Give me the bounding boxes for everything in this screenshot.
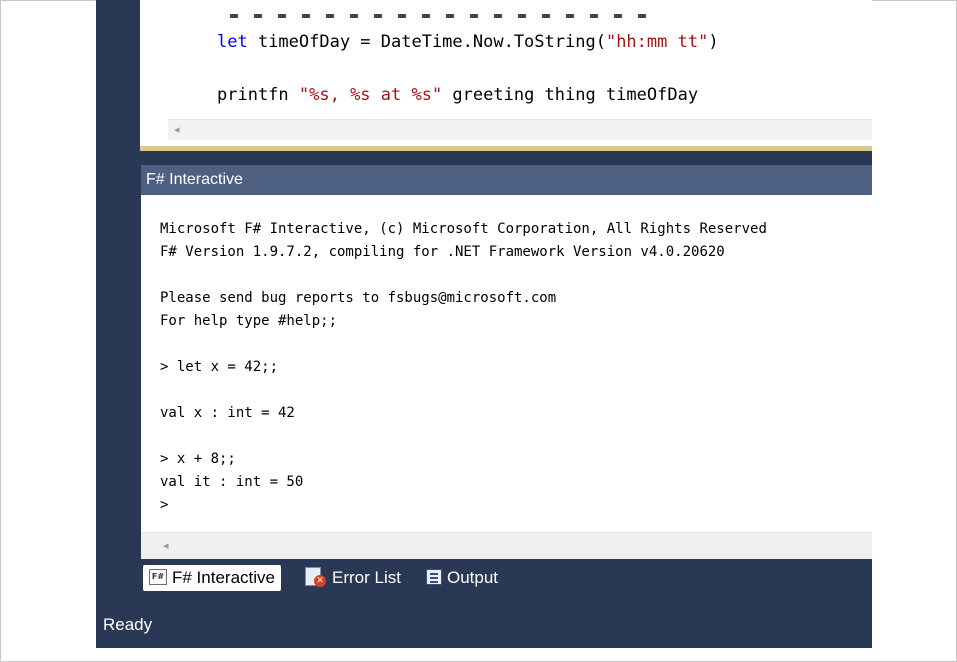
- tab-output[interactable]: Output: [426, 565, 498, 591]
- keyword-token: let: [217, 32, 248, 52]
- scroll-left-arrow-icon[interactable]: ◂: [163, 539, 169, 552]
- string-token: "hh:mm tt": [605, 32, 709, 52]
- output-icon: [426, 568, 442, 585]
- code-text: greeting thing timeOfDay: [442, 85, 699, 105]
- string-token: "%s, %s at %s": [298, 85, 443, 105]
- tab-label: Error List: [332, 568, 401, 587]
- fsi-output-text: Microsoft F# Interactive, (c) Microsoft …: [160, 221, 767, 513]
- tab-error-list[interactable]: ✕ Error List: [305, 565, 401, 591]
- editor-horizontal-scrollbar[interactable]: ◂: [168, 119, 872, 140]
- code-line-1: let timeOfDay = DateTime.Now.ToString("h…: [217, 32, 719, 52]
- code-text: ): [708, 32, 719, 52]
- fsi-horizontal-scrollbar[interactable]: ◂: [141, 532, 872, 559]
- code-text: printfn: [217, 85, 299, 105]
- tab-label: F# Interactive: [172, 568, 275, 587]
- tab-label: Output: [447, 568, 499, 587]
- status-bar: Ready: [96, 607, 872, 642]
- fsharp-file-icon: F#: [149, 568, 167, 585]
- tab-fsharp-interactive[interactable]: F# F# Interactive: [143, 565, 281, 591]
- code-line-2: printfn "%s, %s at %s" greeting thing ti…: [217, 85, 698, 105]
- code-text: timeOfDay = DateTime.Now.ToString(: [247, 32, 606, 52]
- editor-clipped-line: [230, 14, 660, 18]
- editor-border: [140, 146, 872, 151]
- fsi-output-area[interactable]: Microsoft F# Interactive, (c) Microsoft …: [141, 195, 872, 532]
- scroll-left-arrow-icon[interactable]: ◂: [174, 123, 180, 136]
- fsi-panel-title[interactable]: F# Interactive: [141, 165, 872, 195]
- status-text: Ready: [103, 615, 153, 634]
- error-list-icon: ✕: [305, 566, 327, 587]
